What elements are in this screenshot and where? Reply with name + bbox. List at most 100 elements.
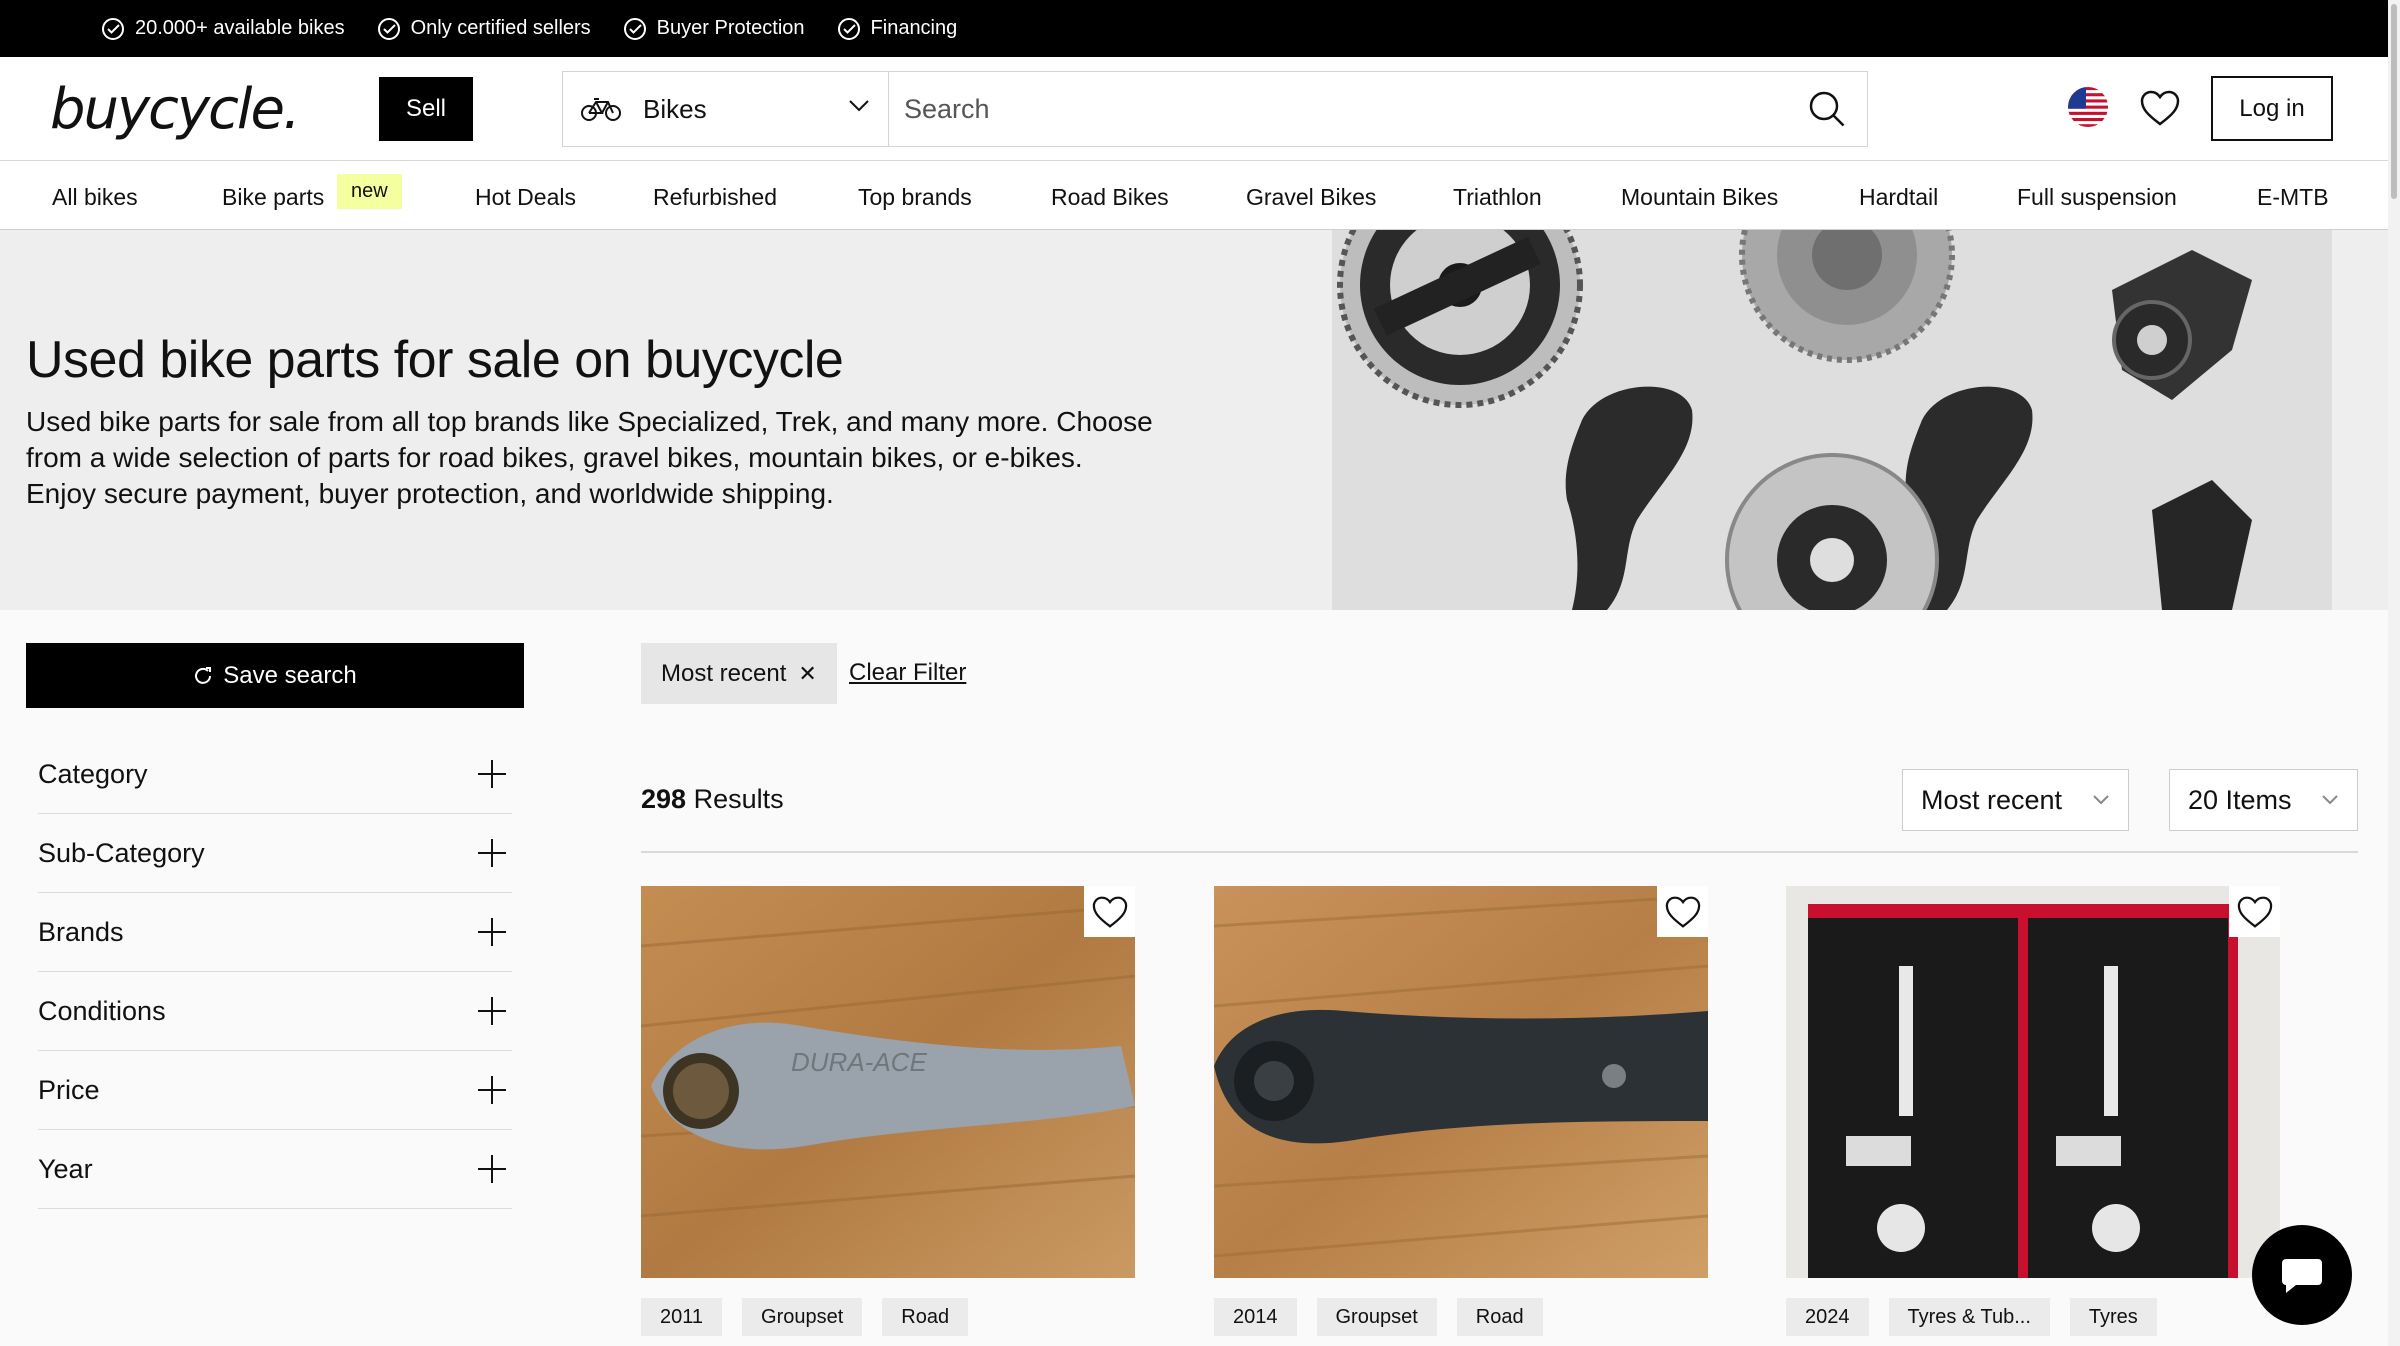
page-description: Used bike parts for sale from all top br… (26, 406, 1153, 509)
tag-year: 2024 (1786, 1298, 1869, 1336)
tag-type: Road (882, 1298, 969, 1336)
usp-item: Buyer Protection (623, 17, 805, 41)
save-search-button[interactable]: Save search (26, 643, 524, 708)
heart-icon (2237, 896, 2272, 928)
product-card[interactable]: DURA-ACE 2011 Groupset Road (641, 886, 1135, 1336)
results-count: 298 Results (641, 784, 784, 815)
nav-item-bike-parts[interactable]: Bike parts (222, 184, 324, 211)
tag-type: Tyres (2069, 1298, 2157, 1336)
usp-item: 20.000+ available bikes (101, 17, 345, 41)
product-image-crank-arm-silver[interactable]: DURA-ACE (641, 886, 1135, 1278)
category-select[interactable]: Bikes (563, 72, 889, 146)
filter-label: Category (38, 758, 148, 789)
page-title: Used bike parts for sale on buycycle (26, 331, 844, 389)
chat-icon (2282, 1259, 2322, 1293)
filter-brands[interactable]: Brands (38, 893, 512, 972)
filter-label: Year (38, 1153, 93, 1184)
tag-type: Road (1456, 1298, 1543, 1336)
sort-select-value: Most recent (1921, 784, 2063, 815)
items-per-page-value: 20 Items (2188, 784, 2292, 815)
filter-label: Sub-Category (38, 837, 205, 868)
filter-conditions[interactable]: Conditions (38, 972, 512, 1051)
product-tags: 2011 Groupset Road (641, 1298, 988, 1336)
nav-item-hardtail[interactable]: Hardtail (1859, 184, 1938, 211)
nav-item-refurbished[interactable]: Refurbished (653, 184, 777, 211)
nav-item-hot-deals[interactable]: Hot Deals (475, 184, 576, 211)
bicycle-icon (581, 98, 621, 121)
check-circle-icon (837, 17, 860, 40)
results-number: 298 (641, 784, 687, 814)
nav-item-road-bikes[interactable]: Road Bikes (1051, 184, 1169, 211)
chevron-down-icon (849, 100, 869, 112)
filter-sub-category[interactable]: Sub-Category (38, 814, 512, 893)
tag-category: Groupset (1316, 1298, 1437, 1336)
save-search-label: Save search (223, 661, 357, 689)
hero-banner: Used bike parts for sale on buycycle Use… (0, 230, 2388, 610)
plus-icon (478, 839, 506, 867)
favorite-button[interactable] (1084, 886, 1135, 937)
filter-year[interactable]: Year (38, 1130, 512, 1209)
favorite-button[interactable] (2229, 886, 2280, 937)
chip-label: Most recent (661, 659, 787, 687)
results-divider (641, 851, 2358, 853)
usp-item: Only certified sellers (377, 17, 591, 41)
us-flag-icon[interactable] (2068, 87, 2108, 127)
usp-text: Buyer Protection (656, 17, 805, 39)
tag-year: 2011 (641, 1298, 723, 1336)
usp-text: 20.000+ available bikes (135, 17, 345, 39)
nav-item-all-bikes[interactable]: All bikes (52, 184, 138, 211)
chevron-down-icon (2322, 795, 2338, 805)
filter-label: Conditions (38, 995, 166, 1026)
product-card[interactable]: 2014 Groupset Road (1214, 886, 1708, 1336)
scrollbar-thumb[interactable] (2391, 4, 2397, 199)
usp-text: Financing (870, 17, 958, 39)
filter-category[interactable]: Category (38, 735, 512, 814)
results-label: Results (693, 784, 784, 814)
search-bar: Bikes (562, 71, 1868, 147)
close-icon[interactable]: ✕ (798, 661, 816, 687)
product-image-challenge-tyres[interactable] (1786, 886, 2280, 1278)
usp-bar: 20.000+ available bikes Only certified s… (0, 0, 2388, 57)
product-image-crank-arm-black[interactable] (1214, 886, 1708, 1278)
product-tags: 2014 Groupset Road (1214, 1298, 1563, 1336)
plus-icon (478, 918, 506, 946)
check-circle-icon (377, 17, 400, 40)
sort-select[interactable]: Most recent (1902, 769, 2129, 831)
nav-item-triathlon[interactable]: Triathlon (1453, 184, 1542, 211)
filter-label: Brands (38, 916, 124, 947)
search-button[interactable] (1787, 72, 1867, 146)
plus-icon (478, 760, 506, 788)
filter-label: Price (38, 1074, 100, 1105)
refresh-search-icon (195, 666, 212, 684)
sell-button[interactable]: Sell (379, 77, 473, 141)
login-button[interactable]: Log in (2211, 76, 2333, 141)
favorite-button[interactable] (1657, 886, 1708, 937)
items-per-page-select[interactable]: 20 Items (2169, 769, 2358, 831)
heart-icon (1665, 896, 1700, 928)
filter-list: Category Sub-Category Brands Conditions … (38, 735, 512, 1209)
wishlist-heart-icon[interactable] (2139, 89, 2181, 132)
nav-item-mountain-bikes[interactable]: Mountain Bikes (1621, 184, 1778, 211)
search-input[interactable] (889, 72, 1787, 146)
search-icon (1809, 91, 1845, 127)
nav-item-e-mtb[interactable]: E-MTB (2257, 184, 2329, 211)
bike-parts-hero-image (1332, 230, 2332, 610)
nav-item-top-brands[interactable]: Top brands (858, 184, 972, 211)
tag-category: Tyres & Tub... (1888, 1298, 2050, 1336)
svg-text:DURA-ACE: DURA-ACE (791, 1047, 927, 1077)
category-nav: All bikes Bike parts new Hot Deals Refur… (0, 161, 2388, 230)
product-card[interactable]: 2024 Tyres & Tub... Tyres (1786, 886, 2280, 1336)
new-badge: new (337, 174, 402, 209)
active-filter-chip[interactable]: Most recent ✕ (641, 643, 837, 704)
nav-item-full-suspension[interactable]: Full suspension (2017, 184, 2177, 211)
buycycle-logo[interactable]: buycycle. (50, 77, 301, 142)
usp-item: Financing (837, 17, 958, 41)
nav-item-gravel-bikes[interactable]: Gravel Bikes (1246, 184, 1376, 211)
chat-button[interactable] (2252, 1225, 2352, 1325)
plus-icon (478, 1155, 506, 1183)
chevron-down-icon (2093, 795, 2109, 805)
page-scrollbar[interactable] (2388, 0, 2400, 1346)
clear-filter-link[interactable]: Clear Filter (849, 659, 966, 687)
filter-price[interactable]: Price (38, 1051, 512, 1130)
usp-text: Only certified sellers (410, 17, 591, 39)
